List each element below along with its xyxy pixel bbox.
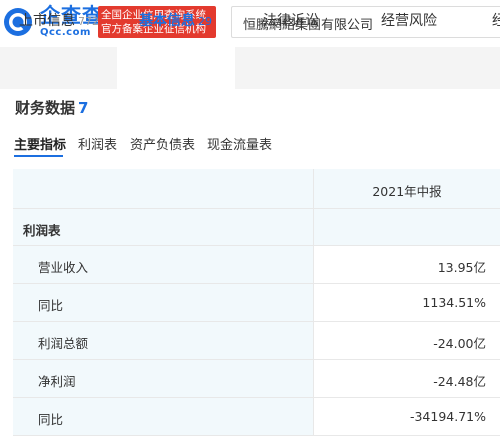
tab-listing-info[interactable]: 上市信息 772: [19, 0, 99, 42]
row-label-cell: 同比: [13, 284, 313, 321]
tab-count: 29: [198, 15, 212, 28]
row-label: 同比: [38, 298, 64, 313]
tab-litigation[interactable]: 法律诉讼: [263, 0, 319, 42]
subtab-key-indicators[interactable]: 主要指标: [14, 134, 66, 153]
header-empty-cell: [13, 169, 313, 208]
tab-label: 经: [492, 13, 500, 29]
row-value-cell: -24.48亿: [313, 360, 500, 397]
tab-label: 上市信息: [19, 13, 75, 29]
row-label: 营业收入: [38, 260, 89, 275]
row-label-cell: 同比: [13, 398, 313, 435]
row-label-cell: 利润总额: [13, 322, 313, 359]
row-value: -24.00亿: [433, 336, 486, 351]
period-label: 2021年中报: [372, 184, 442, 199]
main-tabbar: [0, 47, 500, 89]
group-empty-cell: [313, 209, 500, 245]
header-period-cell: 2021年中报: [313, 169, 500, 208]
tab-operating-risk[interactable]: 经营风险: [381, 0, 437, 42]
table-row: 营业收入 13.95亿: [13, 246, 500, 284]
row-value-cell: 13.95亿: [313, 246, 500, 283]
table-group-row: 利润表: [13, 209, 500, 246]
row-label: 净利润: [38, 374, 76, 389]
section-count: 7: [78, 99, 89, 117]
table-row: 利润总额 -24.00亿: [13, 322, 500, 360]
tab-label: 经营风险: [381, 13, 437, 29]
row-label: 同比: [38, 412, 64, 427]
row-value: 13.95亿: [437, 260, 486, 275]
section-title: 财务数据 7: [15, 97, 88, 118]
group-cell: 利润表: [13, 209, 313, 245]
section-title-text: 财务数据: [15, 99, 76, 117]
tab-label: 法律诉讼: [263, 13, 319, 29]
subtab-balance-sheet[interactable]: 资产负债表: [130, 134, 195, 153]
row-value: -24.48亿: [433, 374, 486, 389]
row-label-cell: 营业收入: [13, 246, 313, 283]
active-tab-background: [117, 47, 235, 89]
row-value-cell: -24.00亿: [313, 322, 500, 359]
subtab-cash-flow[interactable]: 现金流量表: [207, 134, 272, 153]
table-row: 净利润 -24.48亿: [13, 360, 500, 398]
row-value-cell: -34194.71%: [313, 398, 500, 435]
row-value-cell: 1134.51%: [313, 284, 500, 321]
tab-basic-info[interactable]: 基本信息 29: [139, 0, 212, 42]
row-value: 1134.51%: [422, 295, 486, 310]
subtab-active-indicator: [14, 155, 63, 157]
row-label-cell: 净利润: [13, 360, 313, 397]
group-label: 利润表: [23, 223, 61, 238]
table-header-row: 2021年中报: [13, 169, 500, 209]
tab-more[interactable]: 经: [492, 0, 500, 42]
subtab-income-statement[interactable]: 利润表: [78, 134, 117, 153]
row-label: 利润总额: [38, 336, 89, 351]
tab-label: 基本信息: [139, 13, 195, 29]
table-row: 同比 1134.51%: [13, 284, 500, 322]
table-row: 同比 -34194.71%: [13, 398, 500, 436]
tab-count: 772: [78, 15, 99, 28]
row-value: -34194.71%: [409, 409, 486, 424]
